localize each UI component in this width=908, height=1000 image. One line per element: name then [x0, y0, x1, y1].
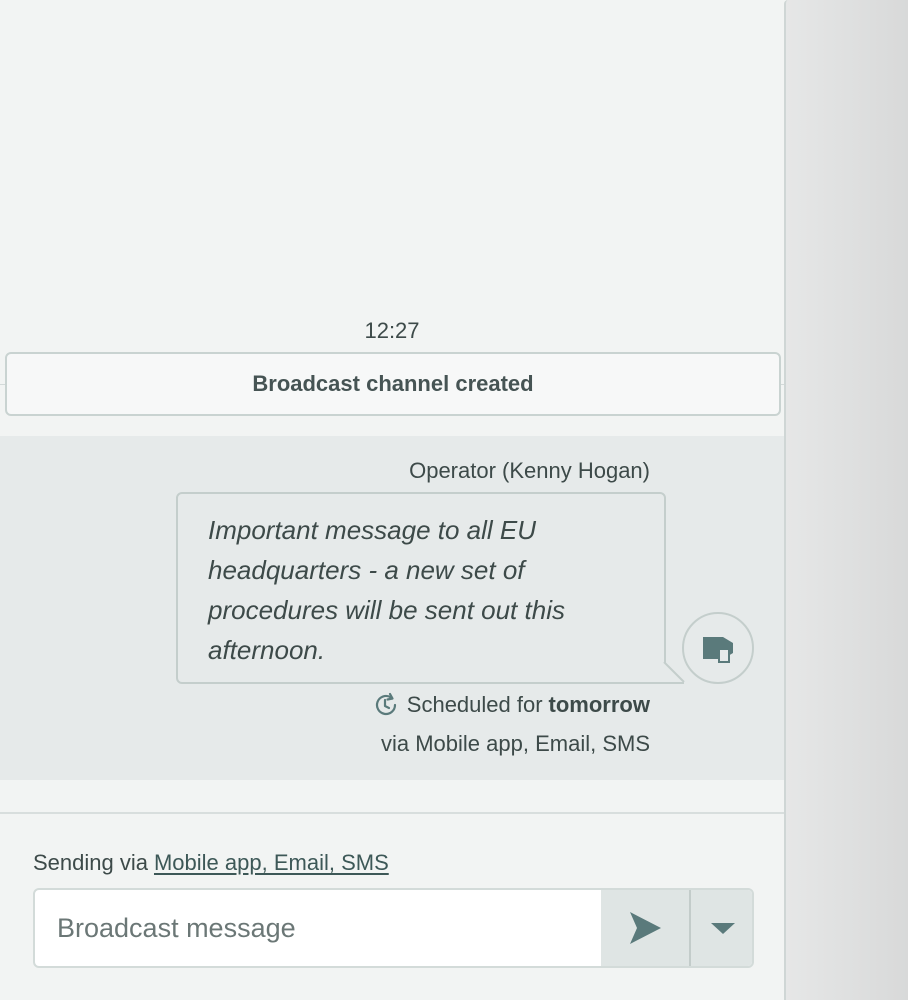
message-sender: Operator (Kenny Hogan)	[409, 458, 650, 483]
clock-icon	[373, 692, 399, 718]
scheduled-prefix: Scheduled for	[406, 692, 543, 717]
send-options-dropdown[interactable]	[691, 890, 752, 966]
composer-separator	[0, 812, 784, 814]
broadcast-status-button[interactable]	[682, 612, 754, 684]
bubble-tail	[663, 662, 685, 684]
timeline-timestamp: 12:27	[364, 318, 420, 343]
message-text: Important message to all EU headquarters…	[208, 515, 565, 665]
broadcast-message-input[interactable]	[35, 890, 601, 966]
chat-panel: 12:27 Broadcast channel created Operator…	[0, 0, 784, 1000]
sending-via-channels-link[interactable]: Mobile app, Email, SMS	[154, 850, 389, 875]
side-pane	[784, 0, 908, 1000]
message-bubble[interactable]: Important message to all EU headquarters…	[176, 492, 666, 684]
send-icon	[630, 912, 661, 944]
megaphone-icon	[703, 637, 733, 663]
delivery-channels: via Mobile app, Email, SMS	[381, 731, 650, 756]
event-label: Broadcast channel created	[252, 371, 534, 396]
message-composer	[33, 888, 754, 968]
chevron-down-icon	[710, 923, 735, 934]
send-button[interactable]	[601, 890, 689, 966]
broadcast-created-event: Broadcast channel created	[5, 352, 781, 416]
sending-via: Sending via Mobile app, Email, SMS	[33, 850, 389, 876]
scheduled-info: Scheduled for tomorrow	[373, 692, 650, 718]
sending-via-label: Sending via	[33, 850, 148, 875]
scheduled-when: tomorrow	[548, 692, 650, 717]
